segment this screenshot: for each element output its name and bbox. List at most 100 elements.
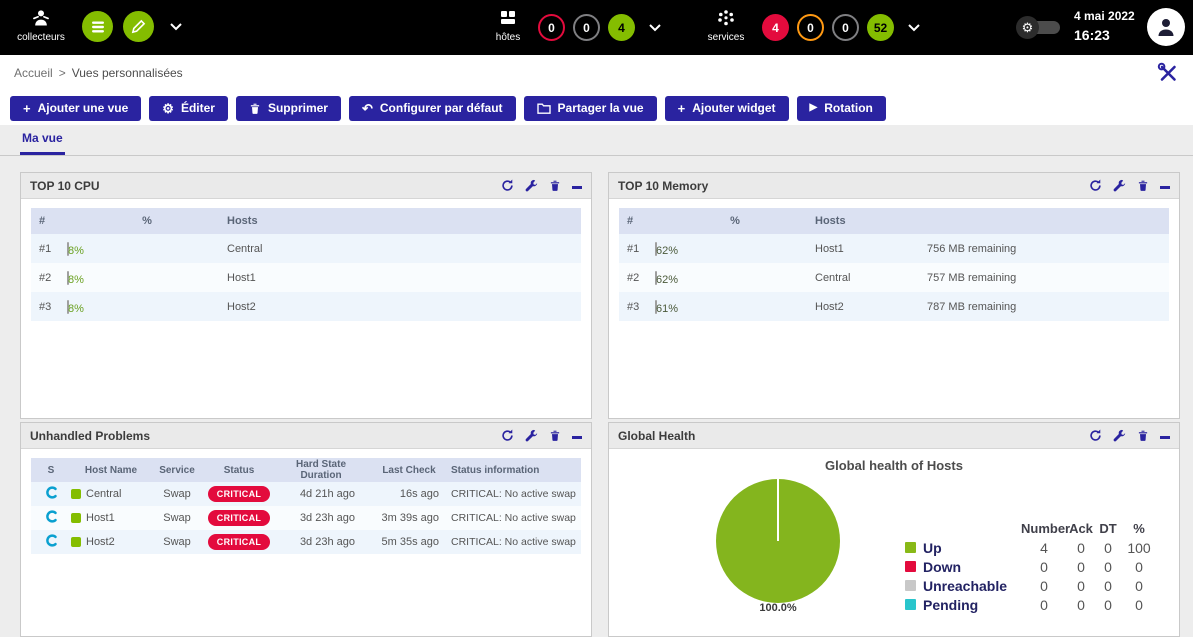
memory-row[interactable]: #1 62% Host1 756 MB remaining <box>619 234 1169 263</box>
refresh-icon[interactable] <box>1089 429 1102 442</box>
legend-number: 0 <box>1021 559 1067 575</box>
minimize-icon[interactable] <box>1160 186 1170 189</box>
legend-header: Number Ack DT % <box>905 519 1157 538</box>
user-avatar[interactable] <box>1147 8 1185 46</box>
problem-row[interactable]: Host2 Swap CRITICAL 3d 23h ago 5m 35s ag… <box>31 530 581 554</box>
pollers-chevron-down-icon[interactable] <box>170 23 182 31</box>
hosts-label: hôtes <box>486 32 530 43</box>
services-ok-badge[interactable]: 52 <box>867 14 894 41</box>
widget-header: TOP 10 CPU <box>21 173 591 199</box>
poller-status-button[interactable] <box>82 11 113 42</box>
trash-icon[interactable] <box>1137 179 1149 192</box>
add-view-button[interactable]: + Ajouter une vue <box>10 96 141 121</box>
rank: #2 <box>619 272 655 284</box>
last-check: 5m 35s ago <box>367 536 451 548</box>
rank: #1 <box>31 243 67 255</box>
wrench-icon[interactable] <box>1113 429 1126 442</box>
col-s: S <box>31 465 71 476</box>
services-warning-badge[interactable]: 0 <box>797 14 824 41</box>
service-name[interactable]: Swap <box>151 488 203 500</box>
trash-icon[interactable] <box>1137 429 1149 442</box>
customize-tools-icon[interactable] <box>1157 62 1179 84</box>
col-percent: % <box>655 215 815 227</box>
minimize-icon[interactable] <box>572 186 582 189</box>
legend-dt: 0 <box>1095 597 1121 613</box>
breadcrumb-separator: > <box>59 66 66 80</box>
host-name[interactable]: Central <box>86 488 121 500</box>
clock: 4 mai 2022 16:23 <box>1074 9 1135 43</box>
host-name[interactable]: Host2 <box>86 536 115 548</box>
host-name: Host2 <box>227 301 581 313</box>
status-information: CRITICAL: No active swap <box>451 488 581 500</box>
refresh-icon[interactable] <box>1089 179 1102 192</box>
collectors-section[interactable]: collecteurs <box>12 6 70 43</box>
col-hosts: Hosts <box>815 215 927 227</box>
rotation-label: Rotation <box>824 101 873 115</box>
trash-icon <box>249 102 261 115</box>
cpu-row[interactable]: #3 8% Host2 <box>31 292 581 321</box>
hosts-up-badge[interactable]: 4 <box>608 14 635 41</box>
memory-progress-bar: 62% <box>655 242 657 256</box>
minimize-icon[interactable] <box>572 436 582 439</box>
legend-label: Unreachable <box>923 578 1021 594</box>
hosts-down-badge[interactable]: 0 <box>538 14 565 41</box>
time-text: 16:23 <box>1074 27 1135 43</box>
host-name: Central <box>815 272 927 284</box>
wrench-icon[interactable] <box>525 429 538 442</box>
col-rank: # <box>619 215 655 227</box>
services-critical-badge[interactable]: 4 <box>762 14 789 41</box>
user-icon <box>1154 15 1178 39</box>
service-name[interactable]: Swap <box>151 512 203 524</box>
tab-ma-vue[interactable]: Ma vue <box>20 131 65 155</box>
legend-dt: 0 <box>1095 559 1121 575</box>
edit-view-button[interactable]: ⚙ Éditer <box>149 96 228 121</box>
cpu-row[interactable]: #2 8% Host1 <box>31 263 581 292</box>
services-unknown-badge[interactable]: 0 <box>832 14 859 41</box>
breadcrumb-current: Vues personnalisées <box>72 66 183 80</box>
memory-row[interactable]: #2 62% Central 757 MB remaining <box>619 263 1169 292</box>
hosts-section[interactable]: hôtes <box>486 6 530 43</box>
wrench-icon[interactable] <box>1113 179 1126 192</box>
hosts-unreachable-badge[interactable]: 0 <box>573 14 600 41</box>
rotation-button[interactable]: ▶ Rotation <box>797 96 886 121</box>
memory-row[interactable]: #3 61% Host2 787 MB remaining <box>619 292 1169 321</box>
trash-icon[interactable] <box>549 429 561 442</box>
add-widget-button[interactable]: + Ajouter widget <box>665 96 789 121</box>
default-config-button[interactable]: ↶ Configurer par défaut <box>349 96 516 121</box>
host-up-status-icon <box>71 489 81 499</box>
legend-pct: 0 <box>1121 597 1157 613</box>
services-chevron-down-icon[interactable] <box>908 24 920 32</box>
poller-export-button[interactable] <box>123 11 154 42</box>
host-name[interactable]: Host1 <box>86 512 115 524</box>
play-icon: ▶ <box>810 103 818 113</box>
problem-row[interactable]: Central Swap CRITICAL 4d 21h ago 16s ago… <box>31 482 581 506</box>
col-status-info: Status information <box>451 465 581 476</box>
pencil-icon <box>131 19 146 34</box>
problems-table-header: S Host Name Service Status Hard State Du… <box>31 458 581 482</box>
refresh-icon[interactable] <box>501 429 514 442</box>
theme-toggle[interactable]: ⚙ <box>1016 16 1062 39</box>
delete-view-button[interactable]: Supprimer <box>236 96 341 121</box>
cpu-row[interactable]: #1 8% Central <box>31 234 581 263</box>
memory-remaining: 757 MB remaining <box>927 272 1169 284</box>
problem-row[interactable]: Host1 Swap CRITICAL 3d 23h ago 3m 39s ag… <box>31 506 581 530</box>
legend-row-pending: Pending 0 0 0 0 <box>905 595 1157 614</box>
centreon-logo-icon <box>31 534 71 550</box>
refresh-icon[interactable] <box>501 179 514 192</box>
col-rank: # <box>31 215 67 227</box>
share-view-label: Partager la vue <box>558 101 644 115</box>
breadcrumb-home-link[interactable]: Accueil <box>14 66 53 80</box>
share-view-button[interactable]: Partager la vue <box>524 96 657 121</box>
add-widget-label: Ajouter widget <box>692 101 775 115</box>
service-name[interactable]: Swap <box>151 536 203 548</box>
minimize-icon[interactable] <box>1160 436 1170 439</box>
legend-pct: 0 <box>1121 578 1157 594</box>
widget-header: Unhandled Problems <box>21 423 591 449</box>
hosts-chevron-down-icon[interactable] <box>649 24 661 32</box>
trash-icon[interactable] <box>549 179 561 192</box>
wrench-icon[interactable] <box>525 179 538 192</box>
services-section[interactable]: services <box>702 6 750 43</box>
memory-progress-bar: 61% <box>655 300 657 314</box>
col-percent: % <box>67 215 227 227</box>
legend-number: 0 <box>1021 597 1067 613</box>
